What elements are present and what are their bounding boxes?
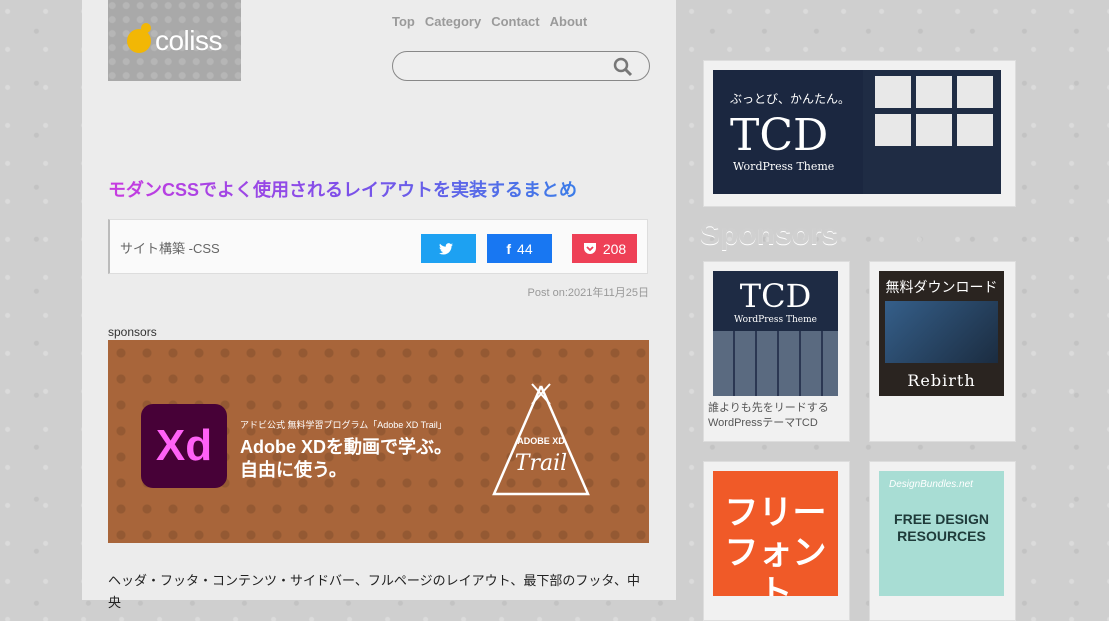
tcd-ad-thumbnails bbox=[713, 331, 838, 396]
design-bundles-brand: DesignBundles.net bbox=[889, 479, 973, 490]
tcd-sponsor-ad[interactable]: TCD WordPress Theme bbox=[713, 271, 838, 396]
ad-small-text: アドビ公式 無料学習プログラム「Adobe XD Trail」 bbox=[240, 420, 447, 430]
trail-title: ADOBE XD bbox=[517, 436, 565, 446]
free-font-sponsor-ad[interactable]: フリーフォント bbox=[713, 471, 838, 596]
tcd-ad-word: TCD bbox=[739, 277, 812, 315]
facebook-share-button[interactable]: f 44 bbox=[487, 234, 552, 263]
tcd-ad-sub: WordPress Theme bbox=[734, 315, 817, 325]
design-bundles-text: FREE DESIGN RESOURCES bbox=[894, 511, 989, 544]
ad-headline-2: 自由に使う。 bbox=[240, 460, 347, 480]
search-input[interactable] bbox=[392, 51, 650, 81]
article-body: ヘッダ・フッタ・コンテンツ・サイドバー、フルページのレイアウト、最下部のフッタ、… bbox=[108, 573, 640, 610]
nav-contact[interactable]: Contact bbox=[491, 14, 539, 29]
logo-text: coliss bbox=[154, 24, 223, 56]
twitter-share-button[interactable] bbox=[421, 234, 476, 263]
xd-logo-icon: Xd bbox=[141, 404, 227, 488]
twitter-icon bbox=[438, 242, 453, 254]
tcd-subtitle: WordPress Theme bbox=[733, 160, 835, 173]
trail-word: Trail bbox=[515, 451, 567, 476]
rebirth-ad-footer: Rebirth bbox=[907, 371, 976, 390]
pocket-icon bbox=[583, 243, 596, 254]
sponsors-label: sponsors bbox=[108, 325, 157, 339]
free-font-text: フリーフォント bbox=[724, 494, 827, 596]
sponsors-heading: Sponsors bbox=[700, 218, 839, 251]
trail-tent-icon: ADOBE XD Trail bbox=[492, 383, 590, 496]
post-date: Post on:2021年11月25日 bbox=[527, 287, 649, 299]
site-logo[interactable]: coliss bbox=[108, 0, 241, 81]
article-title[interactable]: モダンCSSでよく使用されるレイアウトを実装するまとめ bbox=[108, 176, 577, 202]
squirrel-icon bbox=[126, 22, 151, 53]
pocket-save-button[interactable]: 208 bbox=[572, 234, 637, 263]
search-icon[interactable] bbox=[613, 57, 633, 77]
nav-about[interactable]: About bbox=[550, 14, 588, 29]
pocket-count: 208 bbox=[602, 240, 627, 257]
tcd-wordmark: TCD bbox=[730, 110, 829, 161]
rebirth-sponsor-ad[interactable]: 無料ダウンロード Rebirth bbox=[879, 271, 1004, 396]
nav-top[interactable]: Top bbox=[392, 14, 415, 29]
nav-category[interactable]: Category bbox=[425, 14, 481, 29]
rebirth-ad-image bbox=[885, 301, 998, 363]
facebook-count: 44 bbox=[517, 240, 533, 257]
top-nav: Top Category Contact About bbox=[392, 14, 587, 29]
facebook-icon: f bbox=[506, 240, 512, 257]
design-bundles-sponsor-ad[interactable]: DesignBundles.net FREE DESIGN RESOURCES bbox=[879, 471, 1004, 596]
article-category[interactable]: サイト構築 -CSS bbox=[120, 238, 220, 257]
tcd-tagline: ぶっとび、かんたん。 bbox=[730, 92, 851, 106]
article-meta: サイト構築 -CSS f 44 208 bbox=[108, 219, 648, 274]
rebirth-ad-heading: 無料ダウンロード bbox=[885, 279, 998, 295]
tcd-banner-ad[interactable]: ぶっとび、かんたん。 TCD WordPress Theme bbox=[713, 70, 1001, 194]
tcd-ad-caption[interactable]: 誰よりも先をリードするWordPressテーマTCD bbox=[708, 401, 848, 431]
tcd-theme-thumbnails bbox=[875, 76, 997, 146]
adobe-xd-ad[interactable]: Xd アドビ公式 無料学習プログラム「Adobe XD Trail」 Adobe… bbox=[108, 340, 649, 543]
